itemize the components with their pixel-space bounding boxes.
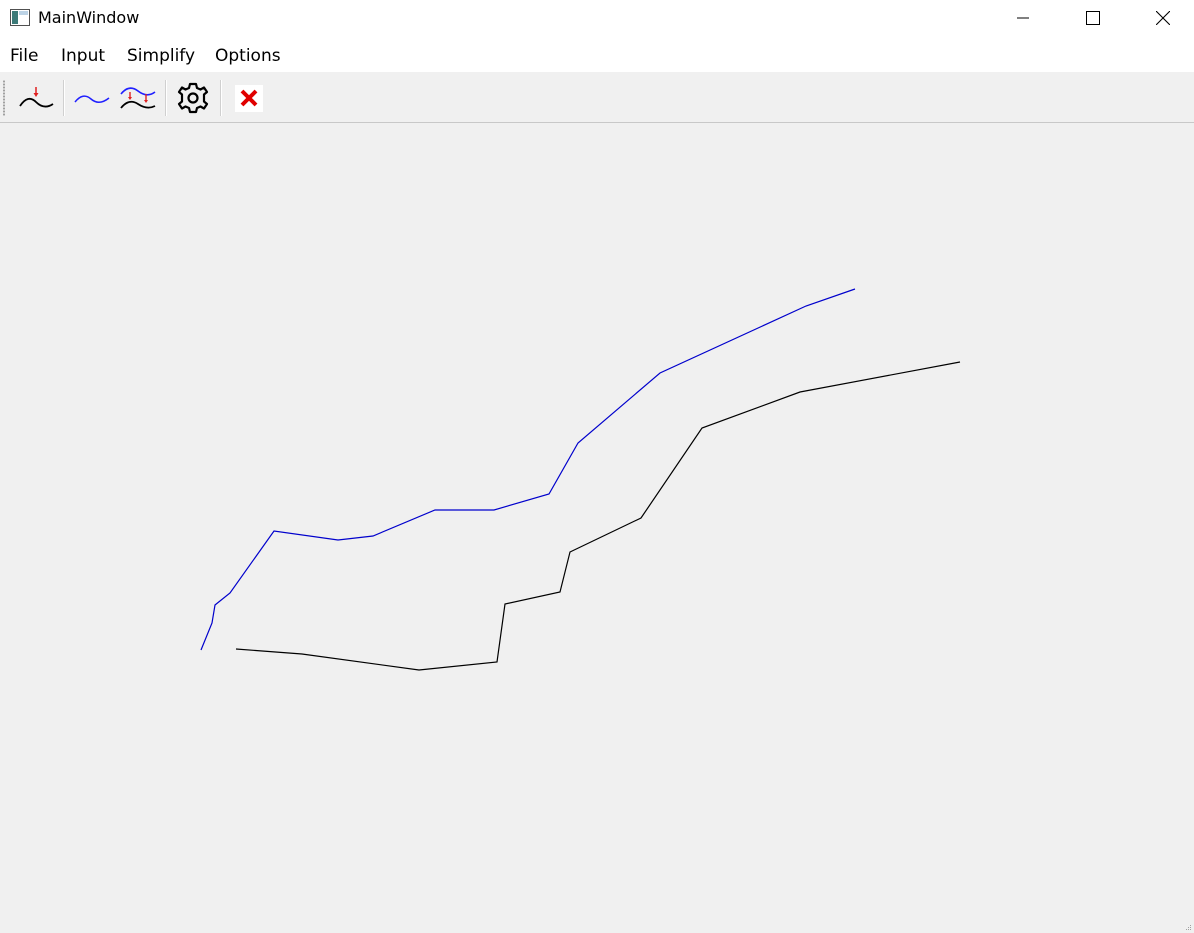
simplify-line-icon — [120, 87, 156, 109]
close-icon — [1156, 11, 1170, 25]
maximize-icon — [1086, 11, 1100, 25]
settings-button[interactable] — [173, 80, 213, 116]
main-window: MainWindow File Input Simplify Options — [0, 0, 1194, 933]
menu-options[interactable]: Options — [215, 46, 281, 66]
minimize-icon — [1017, 17, 1029, 19]
close-button[interactable] — [1140, 0, 1186, 36]
simplified-line-icon — [74, 95, 110, 103]
simplified-line-button[interactable] — [71, 80, 111, 116]
window-title: MainWindow — [38, 8, 140, 27]
toolbar-separator — [220, 80, 222, 116]
menu-bar: File Input Simplify Options — [0, 38, 1194, 72]
toolbar-separator — [165, 80, 167, 116]
app-window-icon — [10, 9, 30, 26]
clear-icon — [235, 85, 263, 112]
resize-grip-icon[interactable] — [1186, 925, 1192, 931]
title-bar[interactable]: MainWindow — [0, 0, 1194, 38]
drawing-canvas[interactable] — [0, 123, 1194, 933]
menu-file[interactable]: File — [10, 46, 38, 66]
original-polyline — [235, 361, 961, 671]
menu-simplify[interactable]: Simplify — [127, 46, 195, 66]
simplify-line-button[interactable] — [118, 80, 158, 116]
input-line-button[interactable] — [16, 80, 56, 116]
toolbar-grip[interactable] — [3, 80, 5, 116]
input-line-icon — [19, 87, 54, 108]
maximize-button[interactable] — [1070, 0, 1116, 36]
menu-input[interactable]: Input — [61, 46, 105, 66]
simplified-polyline — [200, 288, 856, 651]
minimize-button[interactable] — [1000, 0, 1046, 36]
clear-button[interactable] — [229, 80, 269, 116]
canvas-drawing — [200, 288, 961, 671]
toolbar — [0, 74, 1194, 123]
settings-gear-icon — [177, 82, 209, 114]
toolbar-separator — [63, 80, 65, 116]
